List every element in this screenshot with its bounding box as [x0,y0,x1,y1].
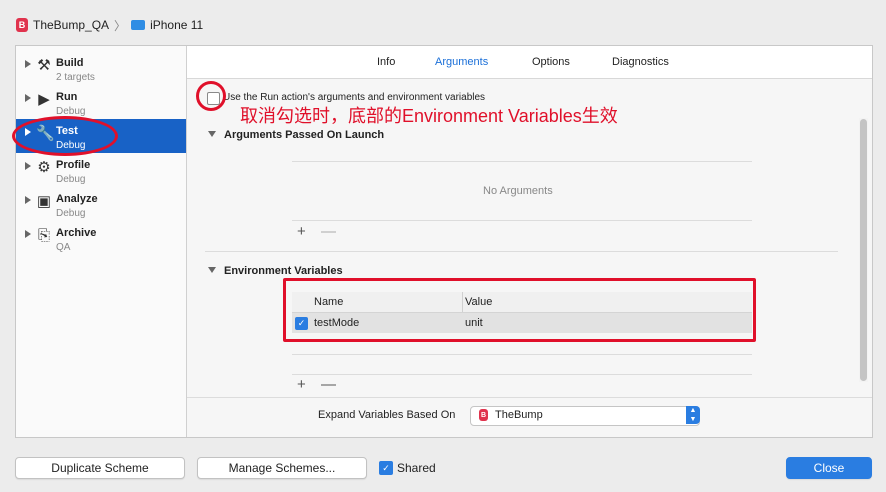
disclosure-triangle-icon[interactable] [25,94,31,102]
disclosure-triangle-icon[interactable] [208,267,216,273]
sidebar-item-sublabel: QA [56,242,71,253]
analyze-icon: ▣ [36,193,52,210]
tab-arguments[interactable]: Arguments [435,56,488,68]
sidebar-item-profile[interactable]: ⚙ Profile Debug [16,153,186,187]
arguments-section-title: Arguments Passed On Launch [224,129,385,141]
disclosure-triangle-icon[interactable] [25,60,31,68]
annotation-oval [12,116,118,156]
device-icon [131,20,146,30]
annotation-text: 取消勾选时，底部的Environment Variables生效 [240,102,618,128]
sidebar-item-label: Archive [56,227,97,239]
expand-vars-popup[interactable]: B TheBump ▲ ▼ [470,406,700,426]
add-env-var-button[interactable]: + [297,376,306,393]
annotation-box [283,278,756,342]
remove-env-var-button[interactable]: — [321,376,336,393]
tab-options[interactable]: Options [532,56,570,68]
sidebar-item-label: Build [56,57,84,69]
annotation-circle [196,81,226,111]
env-section-title: Environment Variables [224,265,343,277]
play-icon: ▶ [38,91,50,108]
disclosure-triangle-icon[interactable] [25,196,31,204]
hammer-icon: ⚒ [37,57,51,74]
sidebar-item-sublabel: Debug [56,174,86,185]
sidebar-item-sublabel: 2 targets [56,72,95,83]
breadcrumb: B TheBump_QA 〉 iPhone 11 [16,16,203,34]
expand-vars-label: Expand Variables Based On [318,409,456,421]
expand-vars-value: TheBump [495,409,543,421]
scheme-name[interactable]: TheBump_QA [33,18,109,32]
divider [187,397,872,398]
shared-checkbox[interactable]: ✓ [379,461,393,475]
divider [292,220,752,221]
tab-bar: Info Arguments Options Diagnostics [187,46,872,79]
arguments-content: Use the Run action's arguments and envir… [187,79,872,437]
sidebar: ⚒ Build 2 targets ▶ Run Debug 🔧 Test Deb… [16,46,187,437]
duplicate-scheme-button[interactable]: Duplicate Scheme [15,457,185,479]
sidebar-item-analyze[interactable]: ▣ Analyze Debug [16,187,186,221]
sidebar-item-run[interactable]: ▶ Run Debug [16,85,186,119]
remove-argument-button[interactable]: — [321,223,336,240]
tab-diagnostics[interactable]: Diagnostics [612,56,669,68]
divider [292,354,752,355]
no-arguments-text: No Arguments [483,185,553,197]
chevron-updown-icon: ▲ ▼ [686,406,700,424]
profile-icon: ⚙ [37,159,51,176]
app-icon: B [16,18,28,32]
manage-schemes-button[interactable]: Manage Schemes... [197,457,367,479]
sidebar-item-label: Analyze [56,193,98,205]
scrollbar-thumb[interactable] [860,119,867,381]
sidebar-item-build[interactable]: ⚒ Build 2 targets [16,51,186,85]
disclosure-triangle-icon[interactable] [25,230,31,238]
sidebar-item-label: Profile [56,159,91,171]
app-icon: B [479,409,488,421]
sidebar-item-sublabel: Debug [56,208,86,219]
close-button[interactable]: Close [786,457,872,479]
sidebar-item-archive[interactable]: ⎘ Archive QA [16,221,186,255]
shared-label: Shared [397,461,436,475]
destination-name[interactable]: iPhone 11 [150,18,203,32]
add-argument-button[interactable]: + [297,223,306,240]
chevron-right-icon: 〉 [114,18,127,33]
sidebar-item-label: Run [56,91,78,103]
divider [205,251,838,252]
archive-icon: ⎘ [37,227,50,244]
disclosure-triangle-icon[interactable] [25,162,31,170]
tab-info[interactable]: Info [377,56,395,68]
divider [292,161,752,162]
disclosure-triangle-icon[interactable] [208,131,216,137]
divider [292,374,752,375]
